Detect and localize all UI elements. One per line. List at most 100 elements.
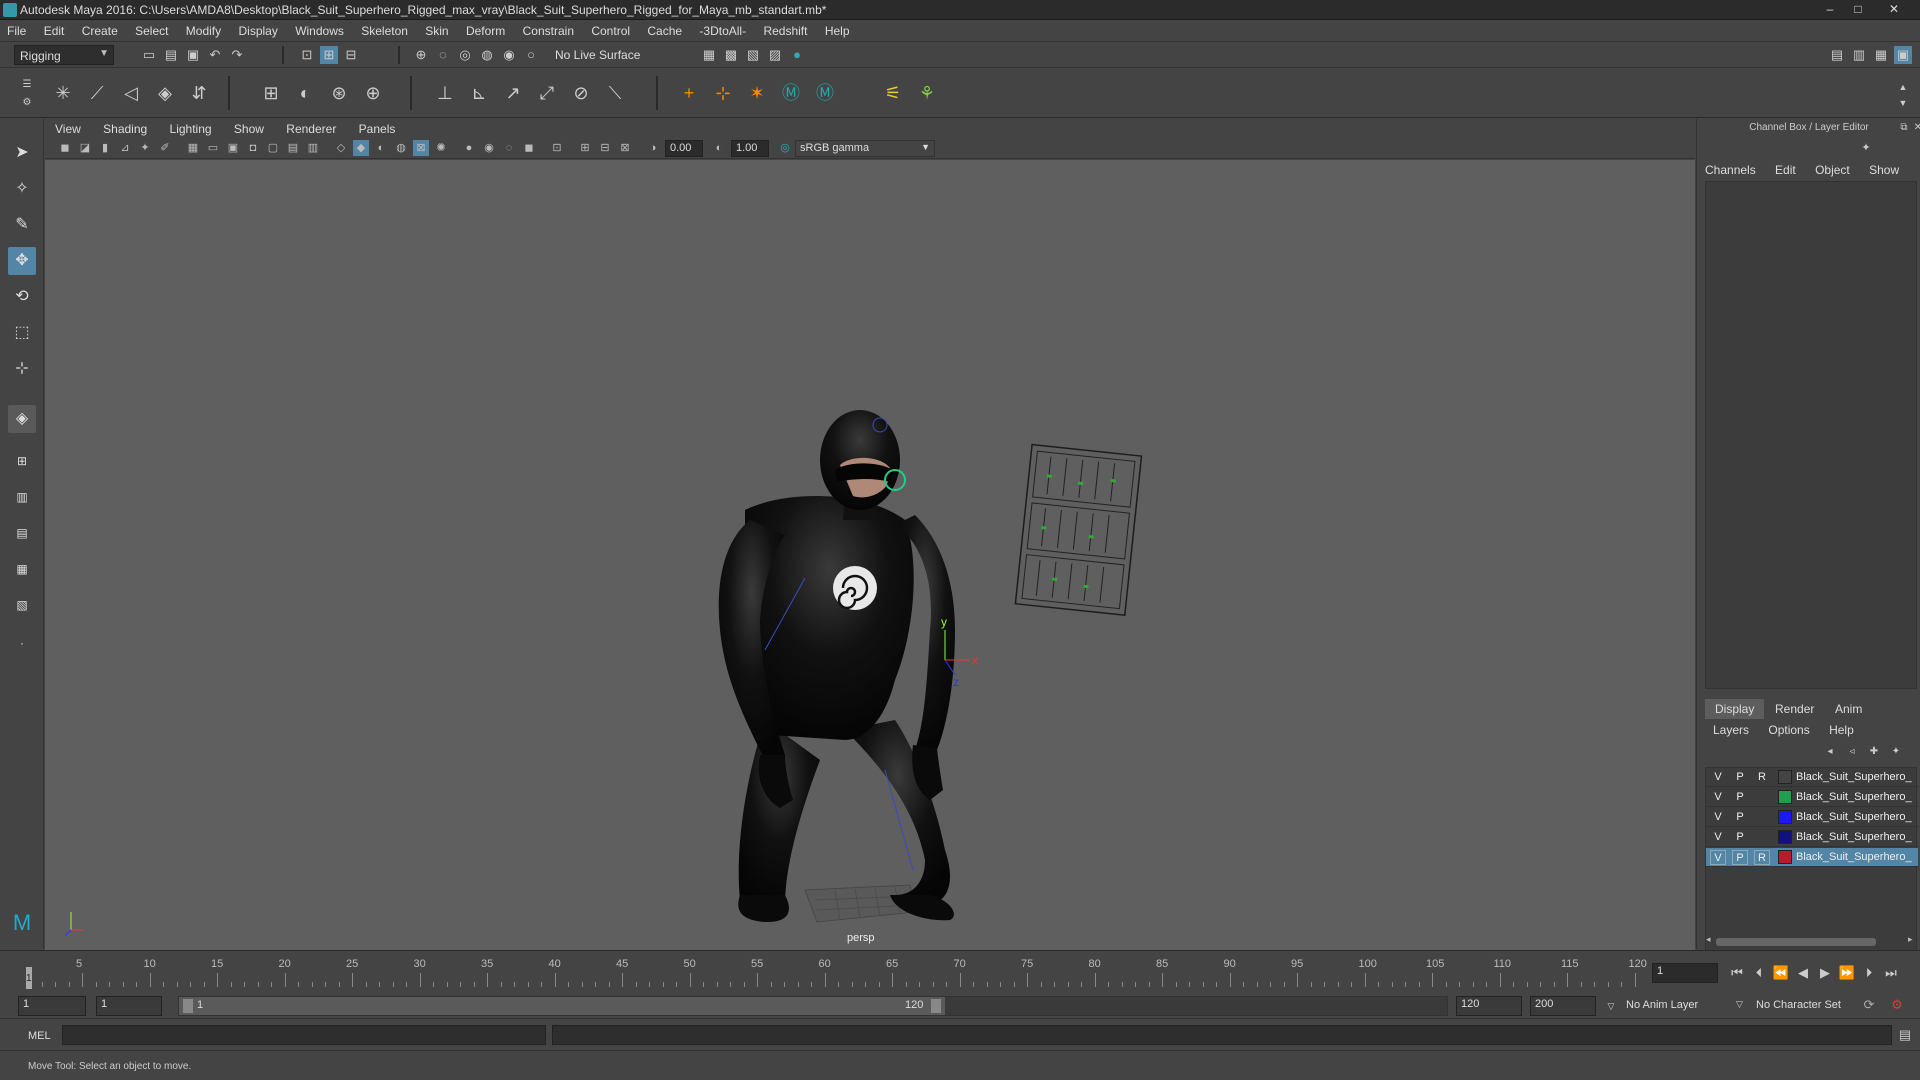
wireframe-icon[interactable]: ◇ <box>333 140 349 156</box>
aim-constraint-icon[interactable]: ⊘ <box>568 80 594 106</box>
play-backwards-icon[interactable]: ◀ <box>1794 964 1812 982</box>
shelf-settings-icon[interactable]: ⚙ <box>18 94 36 112</box>
menu-windows[interactable]: Windows <box>288 20 351 38</box>
layout-more-icon[interactable]: · <box>8 629 36 657</box>
options-menu[interactable]: Options <box>1760 721 1817 739</box>
command-language-label[interactable]: MEL <box>28 1030 51 1042</box>
menu-create[interactable]: Create <box>75 20 125 38</box>
step-back-frame-icon[interactable]: ⏴ <box>1750 964 1768 982</box>
scale-constraint-icon[interactable]: ⤢ <box>534 80 560 106</box>
isolate-select-icon[interactable]: ⊡ <box>549 140 565 156</box>
edit-menu[interactable]: Edit <box>1767 161 1804 179</box>
panel-menu-lighting[interactable]: Lighting <box>160 119 221 136</box>
menu-redshift[interactable]: Redshift <box>756 20 814 38</box>
layout-hypershade-icon[interactable]: ▧ <box>8 591 36 619</box>
menu-skin[interactable]: Skin <box>418 20 455 38</box>
channel-box-toggle-icon[interactable]: ▣ <box>1894 46 1912 64</box>
layer-display-type-toggle[interactable]: R <box>1754 850 1770 865</box>
field-chart-icon[interactable]: ▢ <box>265 140 281 156</box>
layer-display-type-toggle[interactable] <box>1754 790 1770 805</box>
gamma-icon[interactable]: ◐ <box>711 140 727 156</box>
modeling-toolkit-icon[interactable]: ▤ <box>1828 46 1846 64</box>
layer-color-swatch[interactable] <box>1778 830 1792 844</box>
script-editor-icon[interactable]: ▤ <box>1896 1026 1914 1044</box>
save-scene-icon[interactable]: ▣ <box>184 46 202 64</box>
rotate-tool-icon[interactable]: ⟲ <box>8 283 36 311</box>
menu-control[interactable]: Control <box>584 20 637 38</box>
menu-display[interactable]: Display <box>231 20 284 38</box>
channel-box-pin-icon[interactable]: ✦ <box>1857 139 1875 157</box>
perspective-viewport[interactable]: y x z persp <box>45 160 1695 950</box>
show-manipulator-icon[interactable]: ◈ <box>8 405 36 433</box>
go-to-start-icon[interactable]: ⏮ <box>1728 964 1746 982</box>
human-ik-definition-icon[interactable]: Ⓜ <box>812 80 838 106</box>
tool-settings-icon[interactable]: ▦ <box>1872 46 1890 64</box>
layer-display-type-toggle[interactable]: R <box>1754 770 1770 785</box>
layer-visibility-toggle[interactable]: V <box>1710 810 1726 825</box>
bind-skin-icon[interactable]: ⊞ <box>258 80 284 106</box>
wrap-deformer-icon[interactable]: ⚘ <box>914 80 940 106</box>
layout-graph-icon[interactable]: ▦ <box>8 555 36 583</box>
select-component-icon[interactable]: ⊟ <box>342 46 360 64</box>
shelf-scroll-down-icon[interactable]: ▼ <box>1894 94 1912 112</box>
layer-color-swatch[interactable] <box>1778 810 1792 824</box>
live-surface-field[interactable]: No Live Surface <box>550 45 650 65</box>
layers-menu[interactable]: Layers <box>1705 721 1757 739</box>
channel-list[interactable] <box>1705 181 1917 689</box>
menuset-dropdown[interactable]: Rigging ▼ <box>14 45 114 65</box>
snap-surface-icon[interactable]: ○ <box>522 46 540 64</box>
playback-start-field[interactable]: 1 <box>96 996 162 1016</box>
scroll-right-icon[interactable]: ▸ <box>1908 934 1913 945</box>
layer-playback-toggle[interactable]: P <box>1732 830 1748 845</box>
xray-icon[interactable]: ⊠ <box>413 140 429 156</box>
resolution-gate-icon[interactable]: ▣ <box>225 140 241 156</box>
range-end-handle[interactable] <box>931 999 941 1013</box>
layer-color-swatch[interactable] <box>1778 770 1792 784</box>
current-frame-field[interactable]: 1 <box>1652 963 1718 983</box>
exposure-field[interactable]: 0.00 <box>665 140 703 157</box>
grid-toggle-icon[interactable]: ▦ <box>185 140 201 156</box>
layer-visibility-toggle[interactable]: V <box>1710 790 1726 805</box>
safe-action-icon[interactable]: ▤ <box>285 140 301 156</box>
play-forwards-icon[interactable]: ▶ <box>1816 964 1834 982</box>
time-slider[interactable]: 5 10 15 20 25 30 35 40 45 50 55 60 65 70 75 80 85 90 95 100… <box>0 950 1920 990</box>
menu-skeleton[interactable]: Skeleton <box>354 20 415 38</box>
xray-active-icon[interactable]: ⊟ <box>597 140 613 156</box>
point-constraint-icon[interactable]: ⊾ <box>466 80 492 106</box>
mirror-joint-icon[interactable]: ⇵ <box>186 80 212 106</box>
cluster-icon[interactable]: ⊕ <box>360 80 386 106</box>
maximize-button[interactable]: □ <box>1844 1 1872 17</box>
layer-row[interactable]: V P R Black_Suit_Superhero_ <box>1706 768 1918 787</box>
undo-icon[interactable]: ↶ <box>206 46 224 64</box>
shadows-icon[interactable]: ✺ <box>433 140 449 156</box>
tab-display[interactable]: Display <box>1705 699 1765 719</box>
layout-outliner-icon[interactable]: ▤ <box>8 519 36 547</box>
lattice-icon[interactable]: ⊛ <box>326 80 352 106</box>
parent-constraint-icon[interactable]: ⊥ <box>432 80 458 106</box>
paint-weights-icon[interactable]: ◐ <box>292 80 318 106</box>
panel-menu-view[interactable]: View <box>45 119 90 136</box>
two-d-pan-zoom-icon[interactable]: ✦ <box>137 140 153 156</box>
range-slider-bar[interactable] <box>179 997 945 1015</box>
menu-modify[interactable]: Modify <box>179 20 228 38</box>
layer-playback-toggle[interactable]: P <box>1732 810 1748 825</box>
new-layer-selected-icon[interactable]: ✦ <box>1887 743 1905 761</box>
orient-constraint-icon[interactable]: ↗ <box>500 80 526 106</box>
xray-joints-icon[interactable]: ⊞ <box>577 140 593 156</box>
menu-3dtoall[interactable]: -3DtoAll- <box>692 20 753 38</box>
layer-row[interactable]: V P Black_Suit_Superhero_ <box>1706 788 1918 807</box>
ambient-occlusion-icon[interactable]: ● <box>461 140 477 156</box>
render-view-icon[interactable]: ▦ <box>700 46 718 64</box>
open-scene-icon[interactable]: ▤ <box>162 46 180 64</box>
character-icon[interactable]: ✶ <box>744 80 770 106</box>
select-tool-icon[interactable]: ➤ <box>8 139 36 167</box>
last-tool-icon[interactable]: ⊹ <box>8 355 36 383</box>
snap-point-icon[interactable]: ◎ <box>456 46 474 64</box>
layer-playback-toggle[interactable]: P <box>1732 770 1748 785</box>
locator-icon[interactable]: + <box>676 80 702 106</box>
menu-constrain[interactable]: Constrain <box>516 20 581 38</box>
layer-color-swatch[interactable] <box>1778 850 1792 864</box>
paint-select-icon[interactable]: ✎ <box>8 211 36 239</box>
textured-icon[interactable]: ◍ <box>393 140 409 156</box>
layer-list-scrollbar[interactable] <box>1716 938 1876 946</box>
